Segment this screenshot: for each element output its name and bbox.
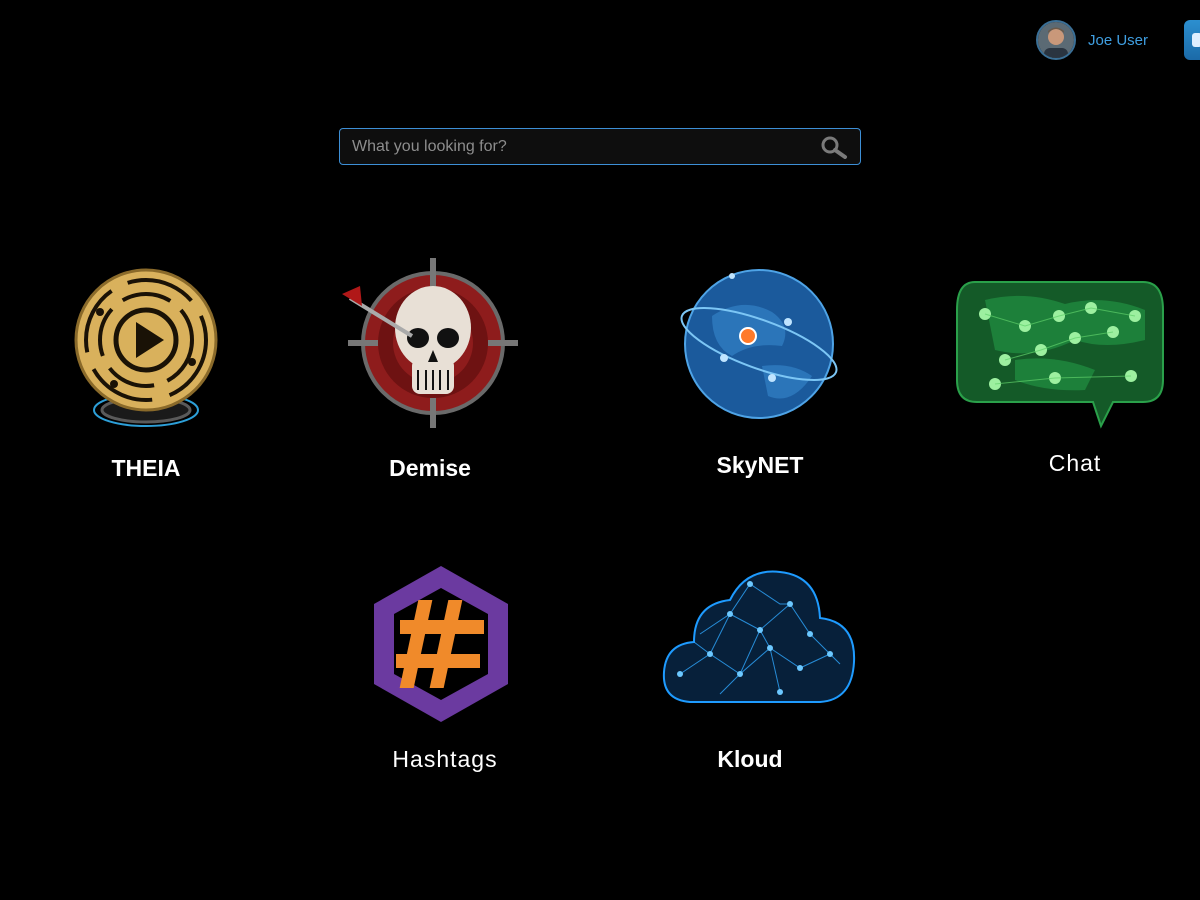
- app-launcher: Joe User THEIA: [0, 0, 1200, 900]
- app-label-theia[interactable]: THEIA: [112, 455, 181, 482]
- user-profile[interactable]: Joe User: [1036, 20, 1148, 60]
- cloud-network-icon: [662, 570, 856, 703]
- app-demise[interactable]: [340, 258, 520, 428]
- hashtag-icon: [374, 566, 508, 722]
- app-kloud[interactable]: [660, 564, 860, 706]
- avatar-photo: [1038, 22, 1074, 58]
- search-input[interactable]: [340, 129, 824, 164]
- app-label-hashtags[interactable]: Hashtags: [392, 746, 497, 773]
- search-icon[interactable]: [820, 135, 848, 159]
- app-label-skynet[interactable]: SkyNET: [717, 452, 804, 479]
- user-name[interactable]: Joe User: [1088, 32, 1148, 49]
- chat-bubble-icon: [956, 281, 1164, 429]
- app-hashtags[interactable]: [370, 564, 512, 724]
- app-skynet[interactable]: [672, 266, 842, 426]
- app-theia[interactable]: [70, 266, 220, 436]
- app-menu-button[interactable]: [1184, 20, 1200, 60]
- user-avatar[interactable]: [1036, 20, 1076, 60]
- app-label-demise[interactable]: Demise: [389, 455, 471, 482]
- theia-icon: [74, 268, 218, 427]
- skull-target-icon: [342, 258, 518, 428]
- menu-icon: [1192, 33, 1200, 47]
- app-label-kloud[interactable]: Kloud: [717, 746, 782, 773]
- globe-icon: [680, 269, 838, 419]
- app-chat[interactable]: [955, 280, 1165, 430]
- search-bar: [339, 128, 861, 165]
- app-label-chat[interactable]: Chat: [1049, 450, 1102, 477]
